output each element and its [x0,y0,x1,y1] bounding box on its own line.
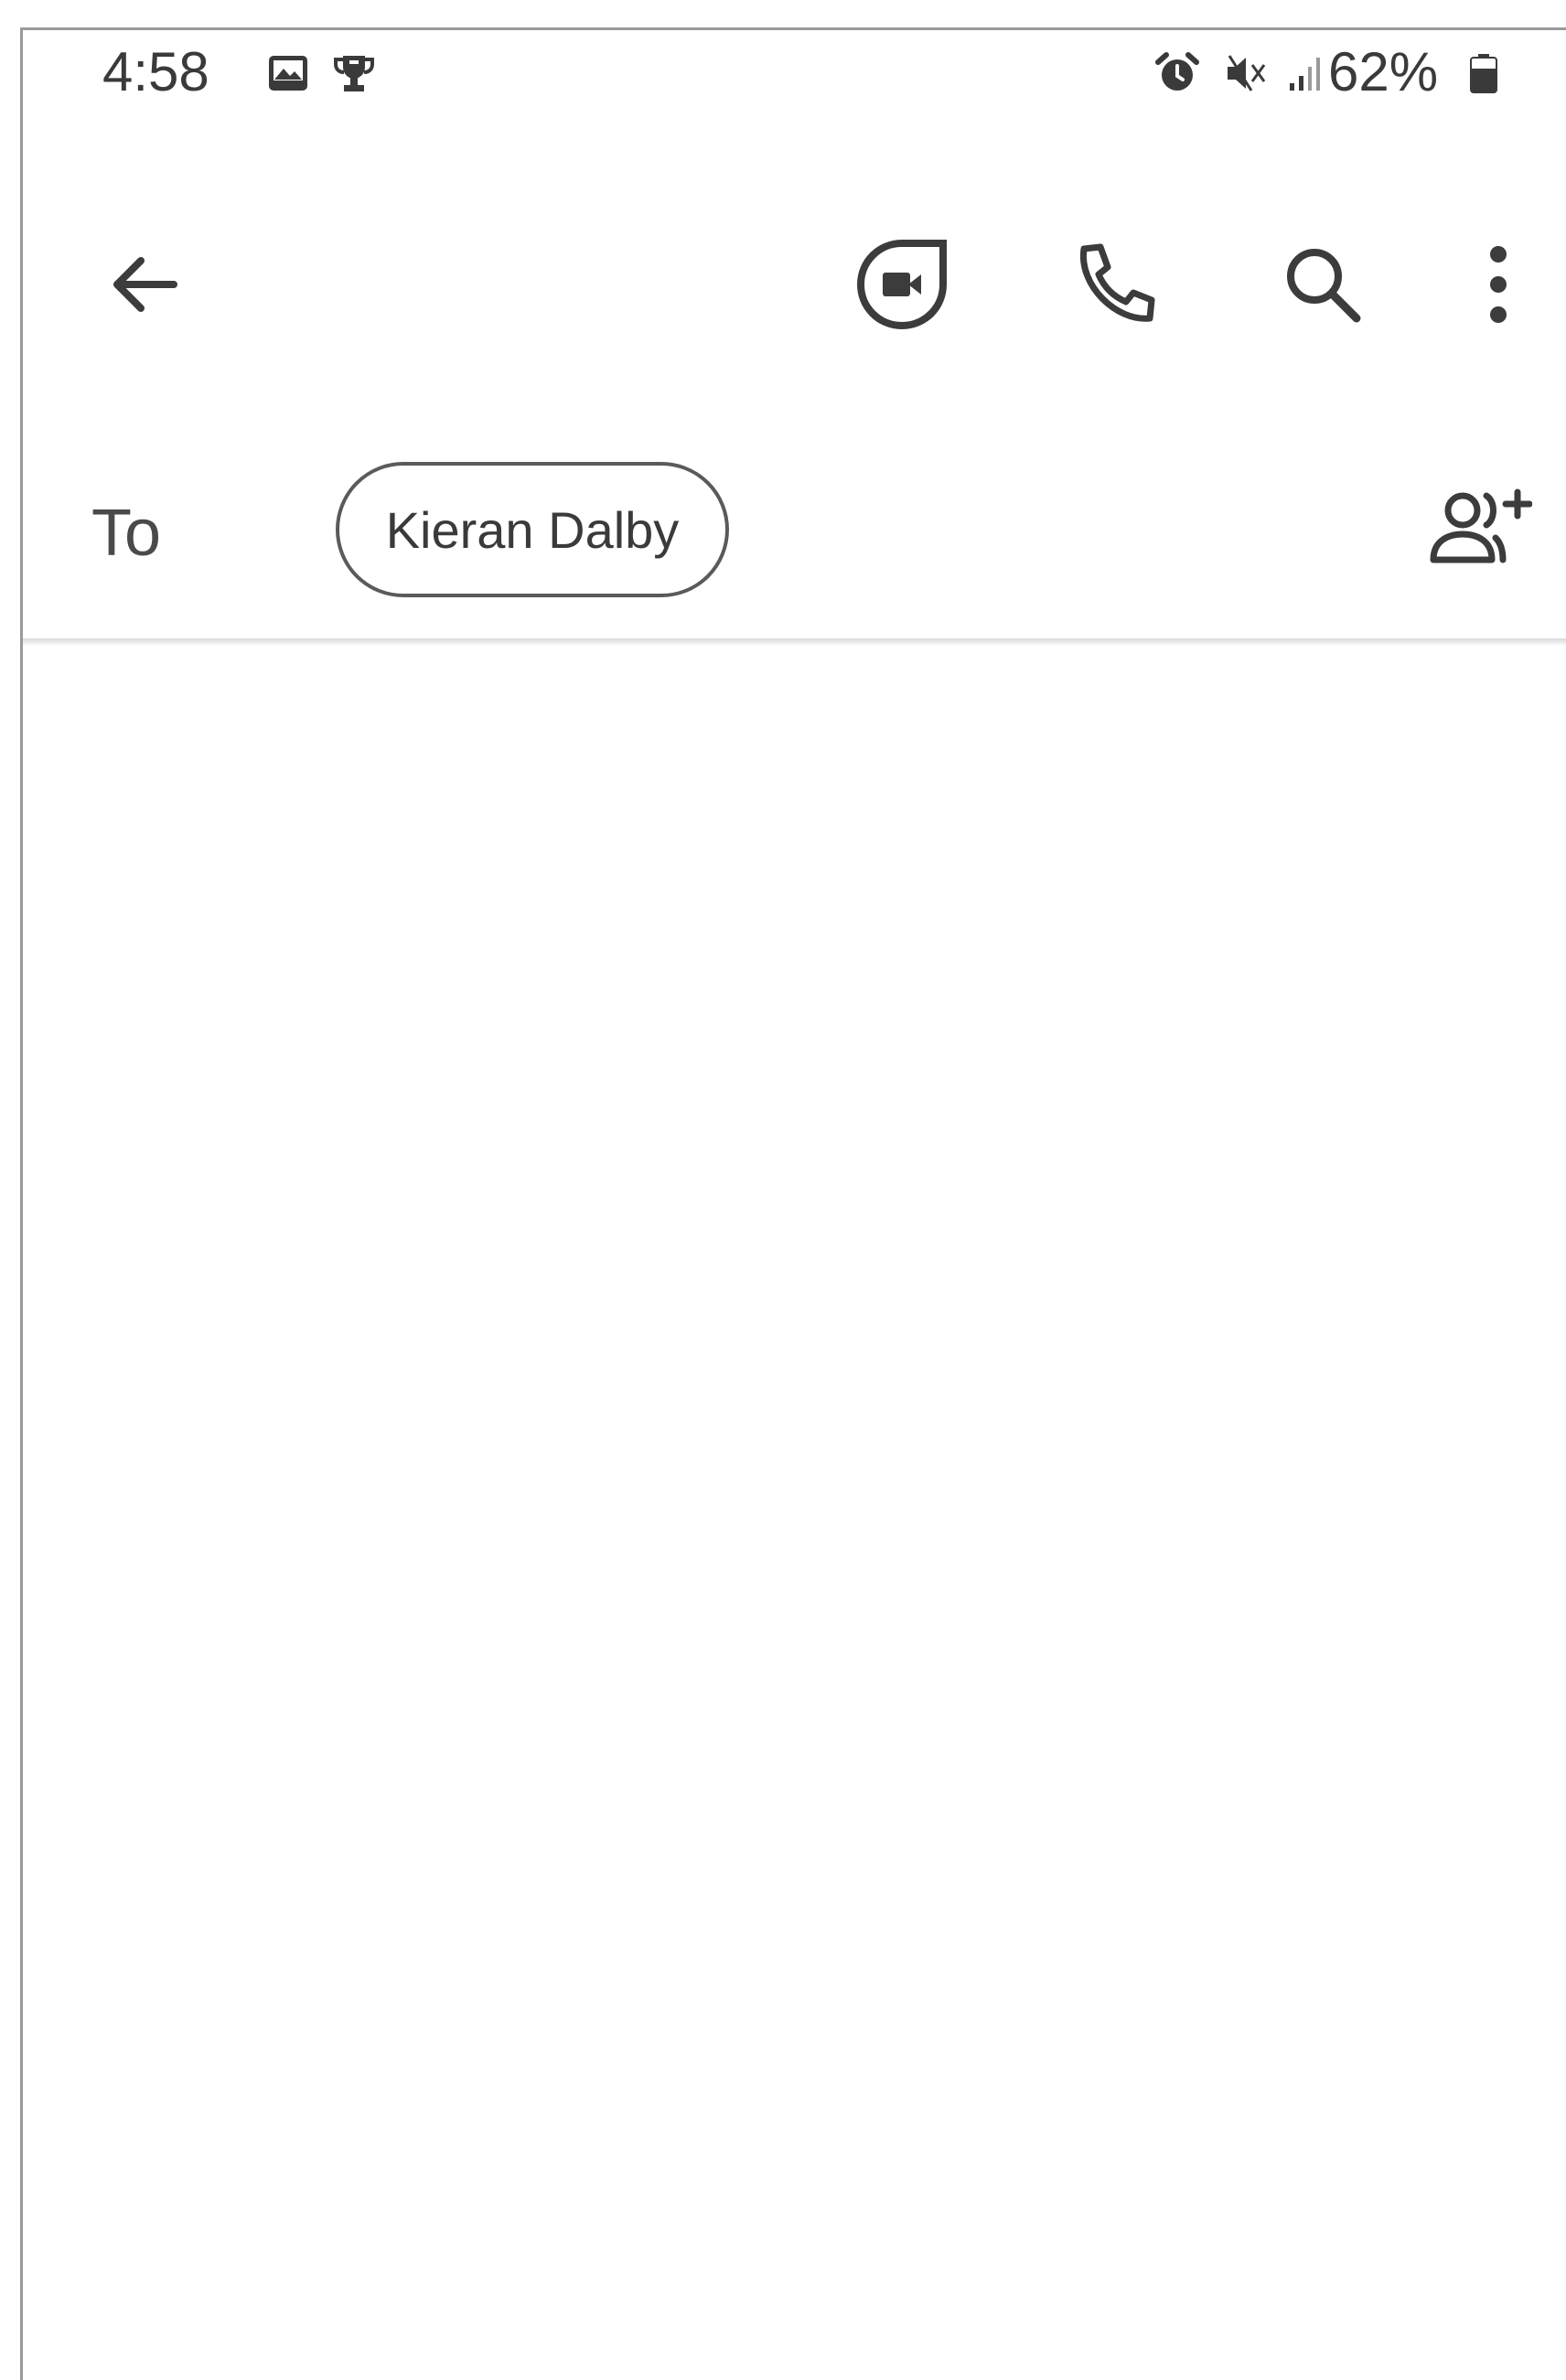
status-time: 4:58 [102,41,209,102]
trophy-icon [331,50,377,96]
arrow-back-icon [113,257,177,312]
add-person-icon [1430,488,1532,563]
to-label: To [91,497,162,570]
battery-icon [1467,50,1500,96]
search-icon [1287,249,1361,323]
more-vert-icon [1490,246,1507,323]
phone-icon [1079,243,1155,322]
recipient-chip[interactable]: Kieran Dalby [336,462,729,597]
search-button[interactable] [1259,220,1387,348]
header-divider [23,638,1566,646]
conversation-area [23,646,1566,2380]
recipient-row: To Kieran Dalby [23,396,1566,638]
battery-percent: 62% [1328,41,1439,102]
voice-call-button[interactable] [1050,220,1178,348]
signal-icon [1284,50,1330,96]
more-options-button[interactable] [1443,220,1553,348]
recipient-chip-label: Kieran Dalby [385,500,680,559]
back-button[interactable] [80,220,209,348]
video-call-button[interactable] [838,220,966,348]
video-call-icon [856,240,947,330]
mute-icon [1224,50,1270,96]
app-screen: 4:58 62% To Kieran Dalby [0,0,1566,2380]
add-recipient-button[interactable] [1413,469,1541,588]
alarm-icon [1154,50,1200,96]
gallery-icon [265,50,311,96]
